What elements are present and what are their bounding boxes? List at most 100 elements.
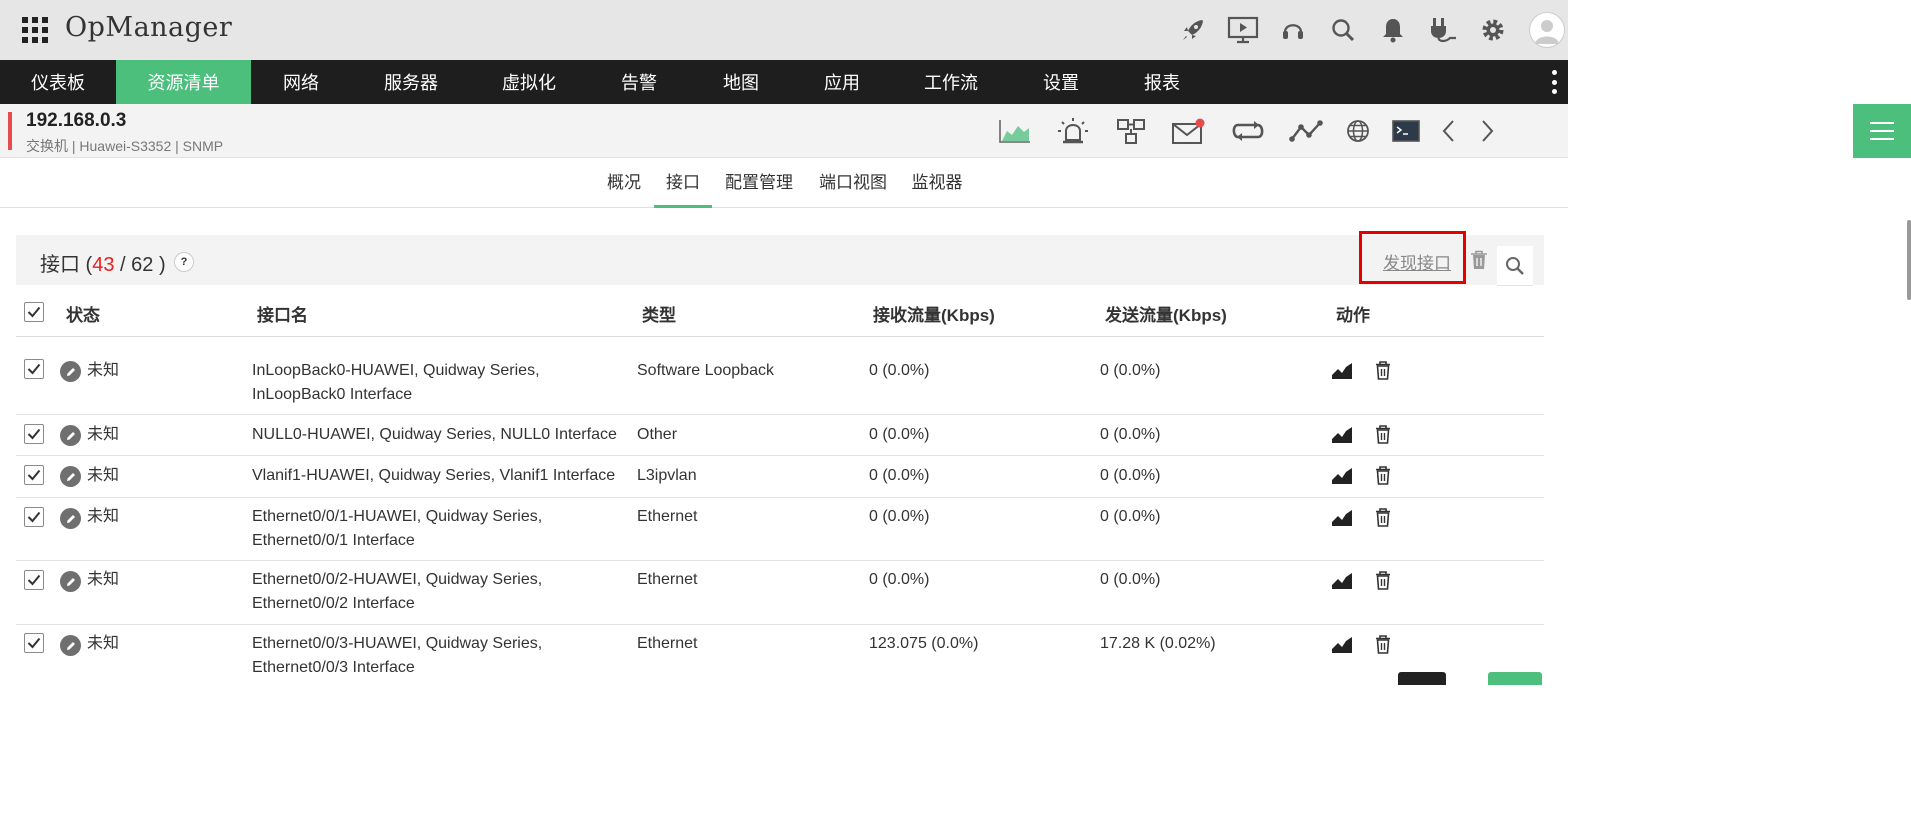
nav-dashboard[interactable]: 仪表板 <box>0 60 116 104</box>
col-interface-name[interactable]: 接口名 <box>257 301 308 326</box>
table-row[interactable]: 未知 Ethernet0/0/2-HUAWEI, Quidway Series,… <box>16 561 1544 625</box>
delete-row-icon[interactable] <box>1375 508 1391 532</box>
tab-summary[interactable]: 概况 <box>598 158 650 208</box>
nav-maps[interactable]: 地图 <box>691 60 791 104</box>
floating-widget-green[interactable] <box>1488 672 1542 685</box>
help-icon[interactable]: ? <box>174 252 194 272</box>
globe-icon[interactable] <box>1334 104 1382 158</box>
device-action-icons <box>986 104 1506 158</box>
row-name-line1[interactable]: Ethernet0/0/1-HUAWEI, Quidway Series, <box>252 505 542 529</box>
graph-icon[interactable] <box>1332 468 1352 489</box>
bell-icon[interactable] <box>1368 0 1418 60</box>
row-checkbox[interactable] <box>24 424 44 444</box>
select-all-checkbox[interactable] <box>24 302 44 322</box>
sub-tab-bar: 概况 接口 配置管理 端口视图 监视器 <box>0 158 1568 208</box>
delete-row-icon[interactable] <box>1375 361 1391 385</box>
nav-virtualization[interactable]: 虚拟化 <box>471 60 587 104</box>
table-row[interactable]: 未知 InLoopBack0-HUAWEI, Quidway Series, I… <box>16 337 1544 415</box>
row-name-line2[interactable]: InLoopBack0 Interface <box>252 383 412 407</box>
row-checkbox[interactable] <box>24 359 44 379</box>
row-checkbox[interactable] <box>24 465 44 485</box>
more-vertical-icon[interactable] <box>1552 70 1558 94</box>
user-avatar-icon[interactable] <box>1518 0 1568 60</box>
table-row[interactable]: 未知 Ethernet0/0/3-HUAWEI, Quidway Series,… <box>16 625 1544 685</box>
delete-row-icon[interactable] <box>1375 635 1391 659</box>
row-rx: 123.075 (0.0%) <box>869 635 979 652</box>
nav-apps[interactable]: 应用 <box>791 60 893 104</box>
graph-icon[interactable] <box>1332 363 1352 384</box>
tab-config-management[interactable]: 配置管理 <box>718 158 800 208</box>
floating-widget-dark[interactable] <box>1398 672 1446 685</box>
graph-icon[interactable] <box>1332 573 1352 594</box>
count-total: 62 <box>131 254 154 276</box>
tab-interfaces[interactable]: 接口 <box>654 158 712 208</box>
sync-icon[interactable] <box>1218 104 1278 158</box>
col-type[interactable]: 类型 <box>642 301 676 326</box>
col-status[interactable]: 状态 <box>66 301 100 326</box>
nav-alarms[interactable]: 告警 <box>587 60 691 104</box>
row-tx: 0 (0.0%) <box>1100 362 1161 379</box>
search-icon[interactable] <box>1318 0 1368 60</box>
delete-selected-icon[interactable] <box>1470 250 1488 275</box>
tab-monitors[interactable]: 监视器 <box>904 158 970 208</box>
mail-icon[interactable] <box>1160 104 1218 158</box>
row-name-line2[interactable]: Ethernet0/0/2 Interface <box>252 592 415 616</box>
main-nav: 仪表板 资源清单 网络 服务器 虚拟化 告警 地图 应用 工作流 设置 报表 <box>0 60 1568 104</box>
row-rx: 0 (0.0%) <box>869 362 930 379</box>
row-name-line1[interactable]: Ethernet0/0/2-HUAWEI, Quidway Series, <box>252 568 542 592</box>
terminal-icon[interactable] <box>1382 104 1430 158</box>
nav-settings[interactable]: 设置 <box>1009 60 1113 104</box>
discover-interfaces-link[interactable]: 发现接口 <box>1383 249 1451 274</box>
plug-icon[interactable] <box>1418 0 1468 60</box>
alarm-icon[interactable] <box>1044 104 1102 158</box>
row-checkbox[interactable] <box>24 633 44 653</box>
row-rx: 0 (0.0%) <box>869 571 930 588</box>
row-name-line2[interactable]: Ethernet0/0/1 Interface <box>252 529 415 553</box>
delete-row-icon[interactable] <box>1375 466 1391 490</box>
row-name-line1[interactable]: NULL0-HUAWEI, Quidway Series, NULL0 Inte… <box>252 423 617 447</box>
row-name-line1[interactable]: InLoopBack0-HUAWEI, Quidway Series, <box>252 359 540 383</box>
prev-arrow-icon[interactable] <box>1430 104 1468 158</box>
page-scrollbar[interactable] <box>1907 220 1911 300</box>
hamburger-menu-icon[interactable] <box>1853 104 1911 158</box>
graph-icon[interactable] <box>1332 427 1352 448</box>
row-status: 未知 <box>87 426 120 443</box>
row-checkbox[interactable] <box>24 570 44 590</box>
nav-network[interactable]: 网络 <box>251 60 351 104</box>
table-row[interactable]: 未知 NULL0-HUAWEI, Quidway Series, NULL0 I… <box>16 415 1544 456</box>
delete-row-icon[interactable] <box>1375 425 1391 449</box>
table-row[interactable]: 未知 Ethernet0/0/1-HUAWEI, Quidway Series,… <box>16 498 1544 561</box>
delete-row-icon[interactable] <box>1375 571 1391 595</box>
config-icon[interactable] <box>1102 104 1160 158</box>
status-unknown-icon <box>60 361 81 382</box>
area-chart-icon[interactable] <box>986 104 1044 158</box>
row-name-line1[interactable]: Ethernet0/0/3-HUAWEI, Quidway Series, <box>252 632 542 656</box>
gear-icon[interactable] <box>1468 0 1518 60</box>
rocket-icon[interactable] <box>1168 0 1218 60</box>
table-search-icon[interactable] <box>1497 246 1533 286</box>
col-tx-traffic[interactable]: 发送流量(Kbps) <box>1105 301 1227 326</box>
graph-icon[interactable] <box>1332 510 1352 531</box>
count-shown: 43 <box>92 254 115 276</box>
app-grid-icon[interactable] <box>22 17 48 43</box>
next-arrow-icon[interactable] <box>1468 104 1506 158</box>
nav-workflow[interactable]: 工作流 <box>893 60 1009 104</box>
nav-servers[interactable]: 服务器 <box>351 60 471 104</box>
panel-title-suffix: ) <box>158 254 166 276</box>
col-rx-traffic[interactable]: 接收流量(Kbps) <box>873 301 995 326</box>
row-type: Ethernet <box>637 635 698 652</box>
headset-icon[interactable] <box>1268 0 1318 60</box>
row-name-line1[interactable]: Vlanif1-HUAWEI, Quidway Series, Vlanif1 … <box>252 464 615 488</box>
graph-icon[interactable] <box>1332 637 1352 658</box>
nav-reports[interactable]: 报表 <box>1113 60 1211 104</box>
app-title: OpManager <box>65 12 233 43</box>
row-checkbox[interactable] <box>24 507 44 527</box>
nav-inventory[interactable]: 资源清单 <box>116 60 251 104</box>
presentation-icon[interactable] <box>1218 0 1268 60</box>
topology-icon[interactable] <box>1278 104 1334 158</box>
row-type: Software Loopback <box>637 362 774 379</box>
row-rx: 0 (0.0%) <box>869 426 930 443</box>
row-name-line2[interactable]: Ethernet0/0/3 Interface <box>252 656 415 680</box>
table-row[interactable]: 未知 Vlanif1-HUAWEI, Quidway Series, Vlani… <box>16 456 1544 498</box>
tab-port-view[interactable]: 端口视图 <box>810 158 896 208</box>
